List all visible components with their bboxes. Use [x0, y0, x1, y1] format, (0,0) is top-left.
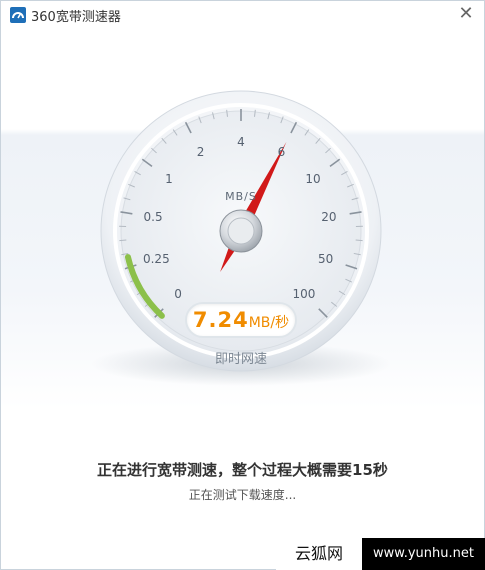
gauge-hub-center [227, 217, 255, 245]
gauge-tick-label: 6 [277, 144, 286, 159]
gauge-tick-label: 0 [174, 286, 182, 301]
gauge-minor-tick [119, 239, 127, 242]
speed-test-panel: 0 0.25 0.5 1 2 4 6 10 20 50 100 MB/S 7.24MB/秒 即时网速… [1, 29, 484, 569]
app-logo-icon [10, 7, 26, 23]
close-button[interactable]: ✕ [454, 3, 478, 25]
speed-value: 7.24 [192, 308, 249, 332]
gauge-tick-label: 100 [292, 286, 316, 301]
site-watermark: 云狐网 www.yunhu.net [276, 538, 485, 570]
gauge-tick-label: 4 [237, 135, 245, 149]
status-detail: 正在测试下载速度... [188, 488, 297, 502]
gauge-tick-label: 50 [318, 251, 334, 266]
gauge-tick-label: 1 [165, 171, 173, 186]
gauge-tick-label: 10 [305, 171, 321, 186]
speedometer-gauge [91, 90, 391, 386]
gauge-minor-tick [355, 239, 363, 242]
speed-test-window: 360宽带测速器 ✕ 0 0.25 0.5 1 2 4 6 10 20 50 1… [0, 0, 485, 570]
gauge-caption: 即时网速 [214, 352, 267, 367]
speed-unit: MB/秒 [248, 315, 290, 331]
gauge-tick-label: 20 [321, 210, 337, 225]
close-icon: ✕ [458, 3, 474, 24]
watermark-url: www.yunhu.net [362, 538, 485, 570]
gauge-tick-label: 0.25 [142, 251, 170, 266]
gauge-tick-label: 0.5 [143, 210, 163, 225]
gauge-tick-label: 2 [196, 144, 205, 159]
window-title: 360宽带测速器 [31, 10, 121, 25]
gauge-unit-label: MB/S [225, 190, 257, 203]
watermark-brand: 云狐网 [276, 538, 362, 570]
title-bar: 360宽带测速器 ✕ [1, 1, 484, 29]
status-message: 正在进行宽带测速，整个过程大概需要15秒 [97, 461, 388, 479]
speed-readout: 7.24MB/秒 [185, 302, 297, 338]
